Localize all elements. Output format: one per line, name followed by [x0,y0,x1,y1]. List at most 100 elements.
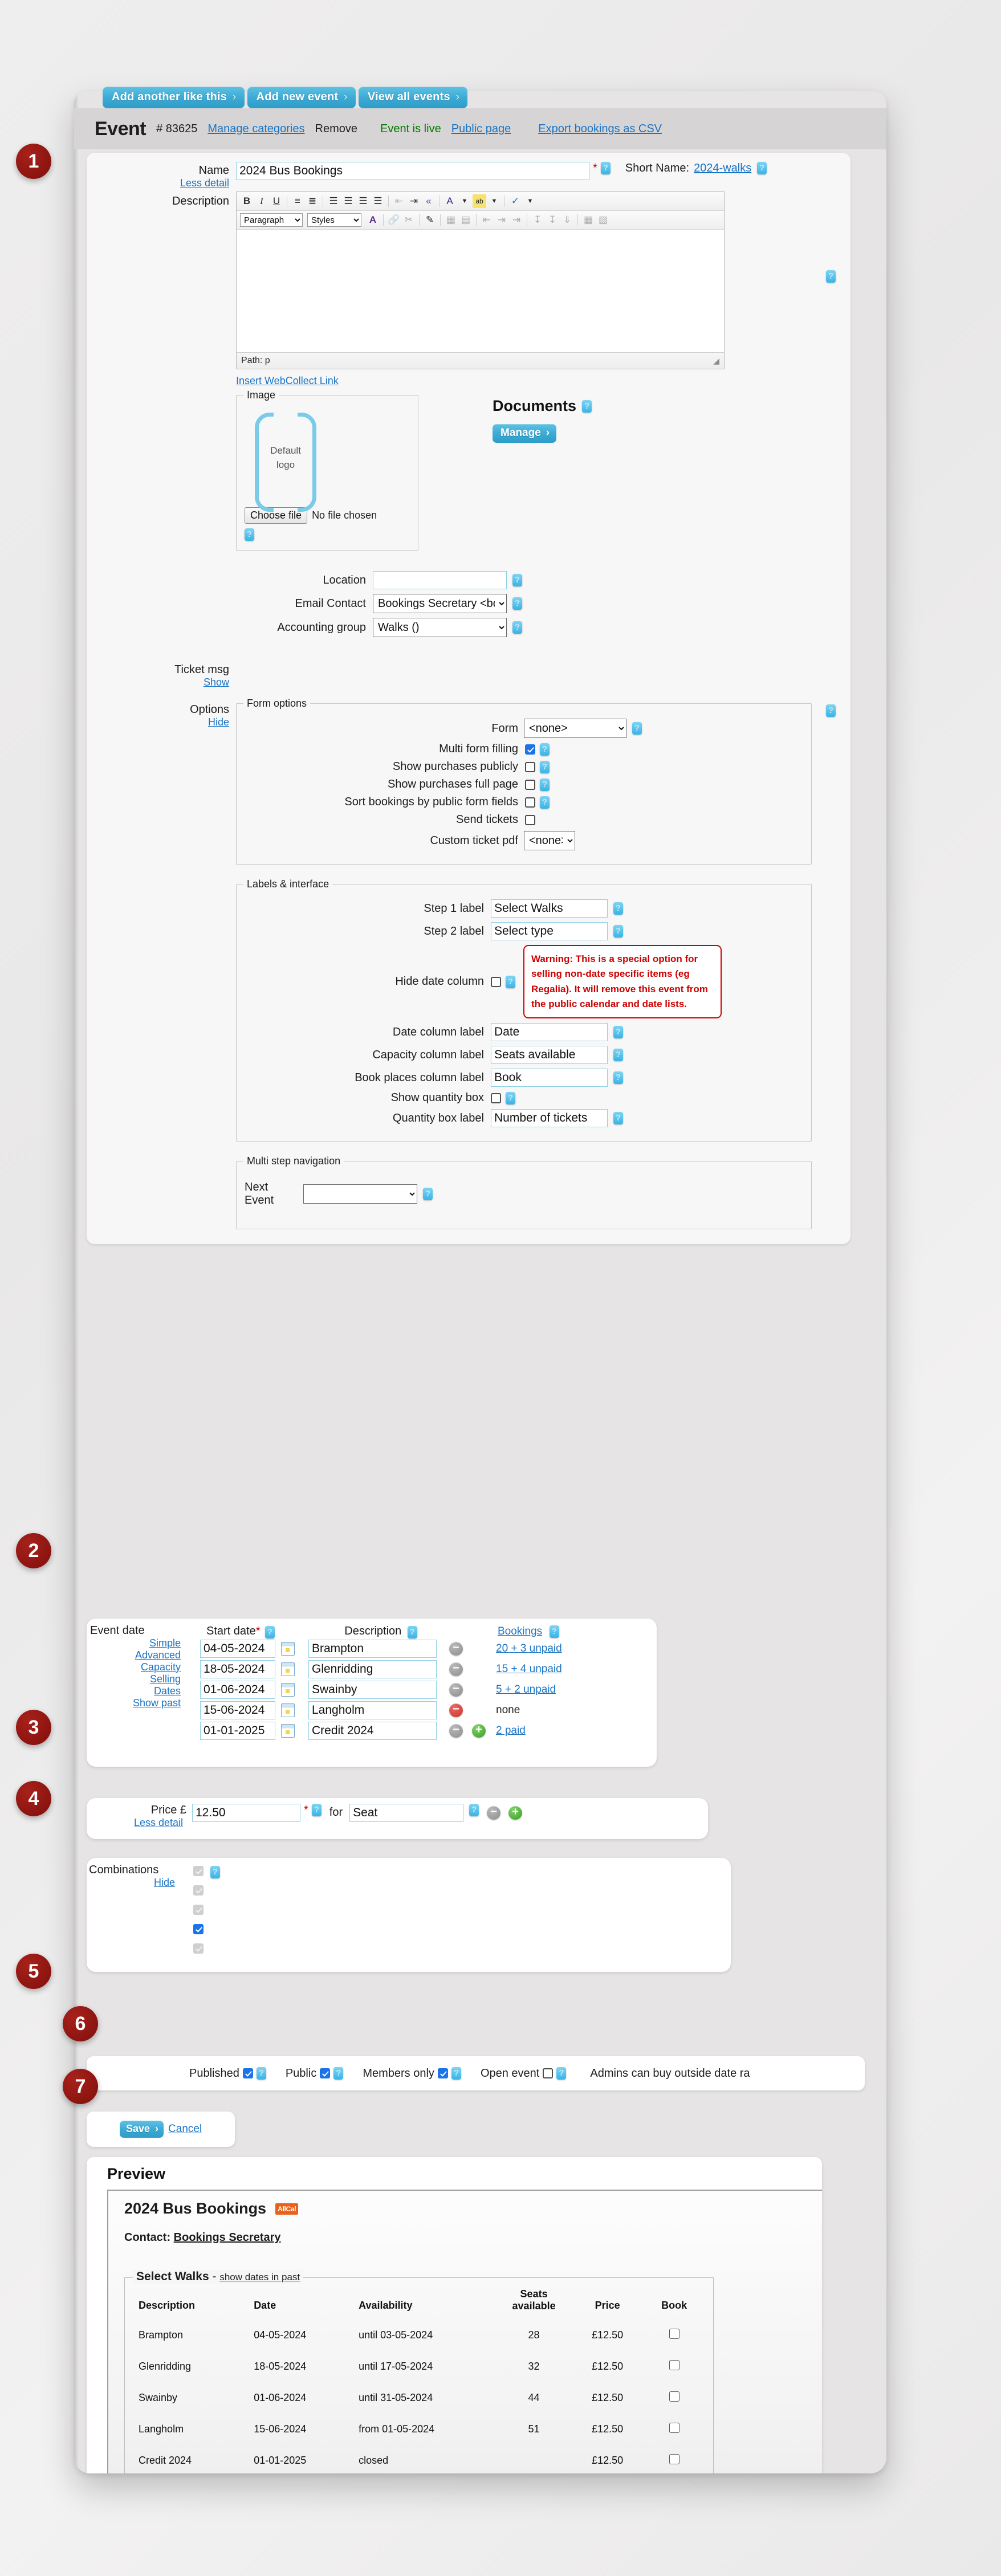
styles-select[interactable]: Styles [307,213,361,227]
add-event-date-button[interactable]: + [472,1723,486,1738]
event-date-bookings-link[interactable]: 2 paid [496,1725,526,1737]
hide-date-column-checkbox[interactable] [491,976,501,987]
event-date-link-dates[interactable]: Dates [87,1685,186,1697]
quantity-box-label-input[interactable] [491,1109,608,1128]
cancel-link[interactable]: Cancel [168,2123,202,2135]
remove-event-date-button[interactable]: − [449,1662,463,1676]
help-icon-step2[interactable]: ? [613,925,623,938]
combination-checkbox[interactable] [193,1943,204,1954]
event-date-link-advanced[interactable]: Advanced [87,1649,186,1661]
help-icon-flag[interactable]: ? [333,2067,344,2080]
book-checkbox[interactable] [669,2391,679,2402]
insert-webcollect-link[interactable]: Insert WebCollect Link [236,375,339,387]
event-date-bookings-link[interactable]: 15 + 4 unpaid [496,1663,562,1676]
book-checkbox[interactable] [669,2360,679,2371]
event-date-start-input[interactable] [200,1639,275,1658]
bullet-list-icon[interactable]: ≡ [291,194,304,208]
price-less-detail-link[interactable]: Less detail [87,1817,186,1829]
manage-documents-button[interactable]: Manage › [493,424,557,443]
row-after-icon[interactable]: ⇥ [495,213,508,227]
event-date-bookings-link[interactable]: 20 + 3 unpaid [496,1642,562,1655]
table-properties-icon[interactable]: ▤ [459,213,473,227]
italic-icon[interactable]: I [255,194,268,208]
step2-label-input[interactable] [491,922,608,940]
calendar-picker-icon[interactable] [281,1662,295,1676]
help-icon-start-date[interactable]: ? [265,1625,275,1638]
flag-checkbox[interactable] [437,2068,448,2078]
chevron-down-icon[interactable]: ▼ [487,194,501,208]
flag-checkbox[interactable] [320,2068,331,2078]
book-checkbox[interactable] [669,2454,679,2465]
editor-content-area[interactable] [237,230,724,352]
help-icon-image[interactable]: ? [245,528,254,541]
book-checkbox[interactable] [669,2329,679,2339]
remove-event-date-button[interactable]: − [449,1682,463,1697]
manage-categories-link[interactable]: Manage categories [207,123,304,136]
capacity-column-label-input[interactable] [491,1046,608,1065]
help-icon-book-column[interactable]: ? [613,1071,623,1085]
remove-price-button[interactable]: − [487,1806,501,1820]
remove-link[interactable]: Remove [315,123,357,136]
delete-col-icon[interactable]: ⇓ [560,213,574,227]
send-tickets-checkbox[interactable] [525,814,535,825]
help-icon-step1[interactable]: ? [613,902,623,915]
help-icon-documents[interactable]: ? [582,400,592,413]
help-icon-capacity-column[interactable]: ? [613,1049,623,1062]
col-after-icon[interactable]: ↧ [546,213,559,227]
help-icon-quantity-box-label[interactable]: ? [613,1112,623,1125]
delete-row-icon[interactable]: ⇥ [510,213,523,227]
edit-source-icon[interactable]: ✎ [423,213,437,227]
combination-checkbox[interactable] [193,1885,204,1896]
preview-contact-link[interactable]: Bookings Secretary [174,2231,281,2244]
price-unit-input[interactable] [349,1804,464,1822]
remove-format-icon[interactable]: A [366,213,380,227]
add-another-like-this-button[interactable]: Add another like this › [103,87,245,108]
book-checkbox[interactable] [669,2423,679,2434]
help-icon-date-description[interactable]: ? [407,1625,417,1638]
date-column-label-input[interactable] [491,1023,608,1042]
help-icon-short-name[interactable]: ? [757,162,767,174]
bold-icon[interactable]: B [240,194,254,208]
align-center-icon[interactable]: ☰ [341,194,355,208]
help-icon-options[interactable]: ? [826,704,836,717]
align-right-icon[interactable]: ☰ [356,194,370,208]
help-icon-combinations[interactable]: ? [210,1866,220,1878]
custom-ticket-pdf-select[interactable]: <none> [524,831,575,850]
numbered-list-icon[interactable]: ≣ [306,194,319,208]
col-before-icon[interactable]: ↧ [531,213,544,227]
resize-grip-icon[interactable]: ◢ [713,356,719,366]
event-date-bookings-link[interactable]: 5 + 2 unpaid [496,1684,556,1696]
row-before-icon[interactable]: ⇤ [480,213,494,227]
combinations-hide-link[interactable]: Hide [87,1877,186,1889]
help-icon-next-event[interactable]: ? [423,1188,433,1201]
chevron-down-icon[interactable]: ▼ [458,194,471,208]
short-name-value-link[interactable]: 2024-walks [694,162,751,175]
event-date-start-input[interactable] [200,1680,275,1699]
save-button[interactable]: Save › [120,2121,164,2138]
allcal-badge[interactable]: AllCal [275,2203,299,2215]
help-icon-flag[interactable]: ? [451,2067,461,2080]
email-contact-select[interactable]: Bookings Secretary <boo [373,594,507,613]
help-icon-price-unit[interactable]: ? [469,1804,479,1816]
help-icon-form[interactable]: ? [632,722,642,735]
step1-label-input[interactable] [491,899,608,918]
outdent-icon[interactable]: ⇤ [392,194,406,208]
price-input[interactable] [192,1804,300,1822]
book-column-label-input[interactable] [491,1069,608,1087]
help-icon-location[interactable]: ? [512,574,522,586]
remove-event-date-button[interactable]: − [449,1723,463,1738]
less-detail-link-name[interactable]: Less detail [87,177,229,189]
merge-cells-icon[interactable]: ▦ [581,213,595,227]
help-icon-bookings[interactable]: ? [549,1625,559,1638]
event-name-input[interactable] [236,162,589,180]
help-icon-flag[interactable]: ? [256,2067,266,2080]
accounting-group-select[interactable]: Walks () [373,618,507,637]
export-bookings-csv-link[interactable]: Export bookings as CSV [538,123,662,136]
help-icon-date-column[interactable]: ? [613,1026,623,1039]
help-icon-name[interactable]: ? [600,162,611,174]
show-purchases-full-page-checkbox[interactable] [525,779,535,790]
remove-event-date-button[interactable]: − [449,1703,463,1717]
calendar-picker-icon[interactable] [281,1723,295,1738]
event-date-start-input[interactable] [200,1701,275,1719]
view-all-events-button[interactable]: View all events › [358,87,468,108]
